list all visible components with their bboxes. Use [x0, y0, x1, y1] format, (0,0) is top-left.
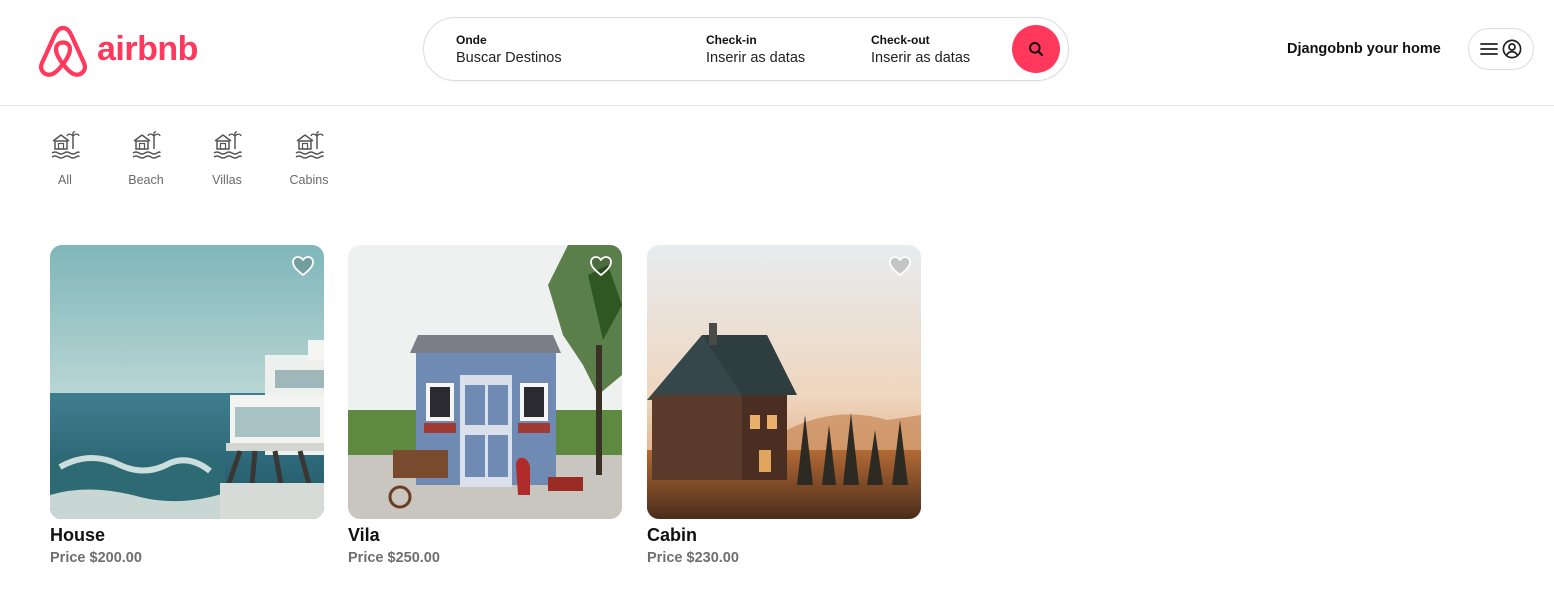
checkout-field[interactable]: Check-out Inserir as datas [871, 33, 970, 68]
hamburger-icon [1480, 43, 1498, 55]
beach-house-icon [213, 131, 242, 159]
listing-photo[interactable] [348, 245, 622, 519]
checkout-input[interactable]: Inserir as datas [871, 49, 970, 68]
category-label: Beach [128, 173, 164, 187]
category-cabins[interactable]: Cabins [274, 130, 344, 188]
category-label: Villas [212, 173, 242, 187]
airbnb-logo-icon [39, 25, 87, 77]
checkin-input[interactable]: Inserir as datas [706, 49, 805, 68]
top-header: airbnb Onde Buscar Destinos Check-in Ins… [0, 0, 1554, 106]
listing-title: Cabin [647, 525, 698, 545]
listing-card-vila[interactable]: Vila Price $250.00 [348, 245, 623, 567]
listing-card-cabin[interactable]: Cabin Price $230.00 [647, 245, 922, 567]
category-beach[interactable]: Beach [111, 130, 181, 188]
listing-photo[interactable] [50, 245, 324, 519]
checkin-label: Check-in [706, 33, 757, 47]
heart-icon[interactable] [888, 255, 912, 277]
listing-photo[interactable] [647, 245, 921, 519]
listing-title: Vila [348, 525, 380, 545]
beach-house-icon [51, 131, 80, 159]
where-field[interactable]: Onde Buscar Destinos [456, 33, 562, 68]
category-all[interactable]: All [30, 130, 100, 188]
checkout-label: Check-out [871, 33, 930, 47]
blue-shed-photo [348, 245, 622, 519]
user-circle-icon [1502, 39, 1522, 59]
search-button[interactable] [1012, 25, 1060, 73]
beach-house-photo [50, 245, 324, 519]
search-bar: Onde Buscar Destinos Check-in Inserir as… [423, 17, 1069, 81]
beach-house-icon [132, 131, 161, 159]
category-bar: All Beach Villas Cabins [0, 130, 400, 190]
listing-price: Price $230.00 [647, 550, 739, 566]
beach-house-icon [295, 131, 324, 159]
airbnb-logo[interactable]: airbnb [37, 23, 198, 79]
heart-icon[interactable] [291, 255, 315, 277]
listing-price: Price $250.00 [348, 550, 440, 566]
host-your-home-link[interactable]: Djangobnb your home [1287, 41, 1441, 57]
brand-name: airbnb [97, 30, 198, 68]
where-label: Onde [456, 33, 487, 47]
category-label: All [58, 173, 72, 187]
cabin-photo [647, 245, 921, 519]
listing-title: House [50, 525, 106, 545]
listing-price: Price $200.00 [50, 550, 142, 566]
category-label: Cabins [289, 173, 329, 187]
category-villas[interactable]: Villas [192, 130, 262, 188]
listing-card-house[interactable]: House Price $200.00 [50, 245, 325, 567]
search-icon [1029, 42, 1044, 57]
checkin-field[interactable]: Check-in Inserir as datas [706, 33, 805, 68]
user-menu-button[interactable] [1468, 28, 1534, 70]
where-input[interactable]: Buscar Destinos [456, 49, 562, 68]
heart-icon[interactable] [589, 255, 613, 277]
